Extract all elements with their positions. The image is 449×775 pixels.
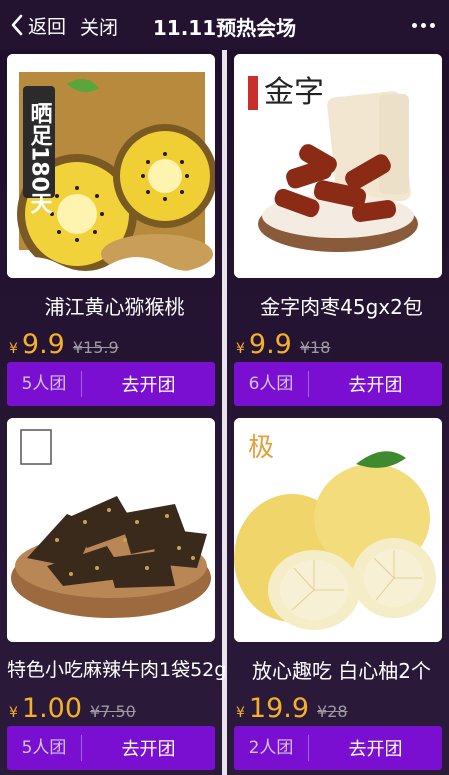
product-card[interactable]: 金字 金字肉枣45gx2包 ¥ 9.9 ¥18 6人团 去开团 — [234, 54, 445, 409]
original-price: ¥28 — [317, 702, 348, 721]
currency-symbol: ¥ — [236, 341, 245, 357]
product-image-kiwi[interactable]: 晒足180天 — [7, 54, 215, 278]
start-group-button[interactable]: 5人团 去开团 — [7, 362, 215, 406]
currency-symbol: ¥ — [236, 705, 245, 721]
currency-symbol: ¥ — [9, 341, 18, 357]
svg-text:极: 极 — [248, 433, 274, 463]
group-price: 19.9 — [248, 693, 310, 724]
price-row: ¥ 1.00 ¥7.50 — [9, 693, 136, 724]
product-card[interactable]: 特色小吃麻辣牛肉1袋52g ¥ 1.00 ¥7.50 5人团 去开团 — [7, 418, 226, 773]
original-price: ¥18 — [299, 338, 331, 357]
start-group-label: 去开团 — [121, 739, 176, 760]
more-options-icon[interactable] — [412, 23, 435, 28]
back-label: 返回 — [28, 15, 67, 38]
meat-dates-image-text: 金字 — [264, 75, 324, 110]
product-card[interactable]: 极 放心趣吃 白心柚2个 ¥ 19.9 ¥28 2人团 去开团 — [234, 418, 445, 773]
start-group-button[interactable]: 2人团 去开团 — [234, 726, 442, 770]
group-size-label: 5人团 — [7, 371, 82, 397]
product-image-spicy-beef[interactable] — [7, 418, 215, 642]
group-size-label: 2人团 — [234, 735, 309, 761]
product-card[interactable]: 晒足180天 浦江黄心猕猴桃 ¥ 9.9 ¥15.9 5人团 去开团 — [7, 54, 218, 409]
group-price: 1.00 — [21, 693, 83, 724]
price-row: ¥ 9.9 ¥18 — [236, 329, 330, 360]
group-size-label: 5人团 — [7, 735, 82, 761]
group-size-label: 6人团 — [234, 371, 309, 397]
start-group-label: 去开团 — [348, 375, 403, 396]
close-button[interactable]: 关闭 — [80, 13, 118, 40]
start-group-button[interactable]: 5人团 去开团 — [7, 726, 215, 770]
product-name: 放心趣吃 白心柚2个 — [251, 659, 432, 683]
product-name: 特色小吃麻辣牛肉1袋52g — [7, 659, 227, 681]
top-nav-bar: 返回 关闭 11.11预热会场 — [0, 0, 449, 50]
group-price: 9.9 — [21, 329, 65, 360]
start-group-button[interactable]: 6人团 去开团 — [234, 362, 442, 406]
product-grid: 晒足180天 浦江黄心猕猴桃 ¥ 9.9 ¥15.9 5人团 去开团 金字 金字… — [0, 50, 449, 775]
start-group-label: 去开团 — [121, 375, 176, 396]
original-price: ¥15.9 — [72, 338, 119, 357]
product-image-pomelo[interactable]: 极 — [234, 418, 442, 642]
back-button[interactable]: 返回 — [10, 12, 66, 38]
product-name: 浦江黄心猕猴桃 — [44, 295, 185, 319]
chevron-left-icon — [11, 14, 23, 36]
group-price: 9.9 — [248, 329, 292, 360]
product-image-meat-dates[interactable]: 金字 — [234, 54, 442, 278]
page-title: 11.11预热会场 — [152, 16, 297, 40]
product-name: 金字肉枣45gx2包 — [260, 295, 423, 319]
kiwi-image-text: 晒足180天 — [27, 102, 53, 215]
currency-symbol: ¥ — [9, 705, 18, 721]
start-group-label: 去开团 — [348, 739, 403, 760]
original-price: ¥7.50 — [90, 702, 136, 721]
price-row: ¥ 19.9 ¥28 — [236, 693, 348, 724]
price-row: ¥ 9.9 ¥15.9 — [9, 329, 119, 360]
